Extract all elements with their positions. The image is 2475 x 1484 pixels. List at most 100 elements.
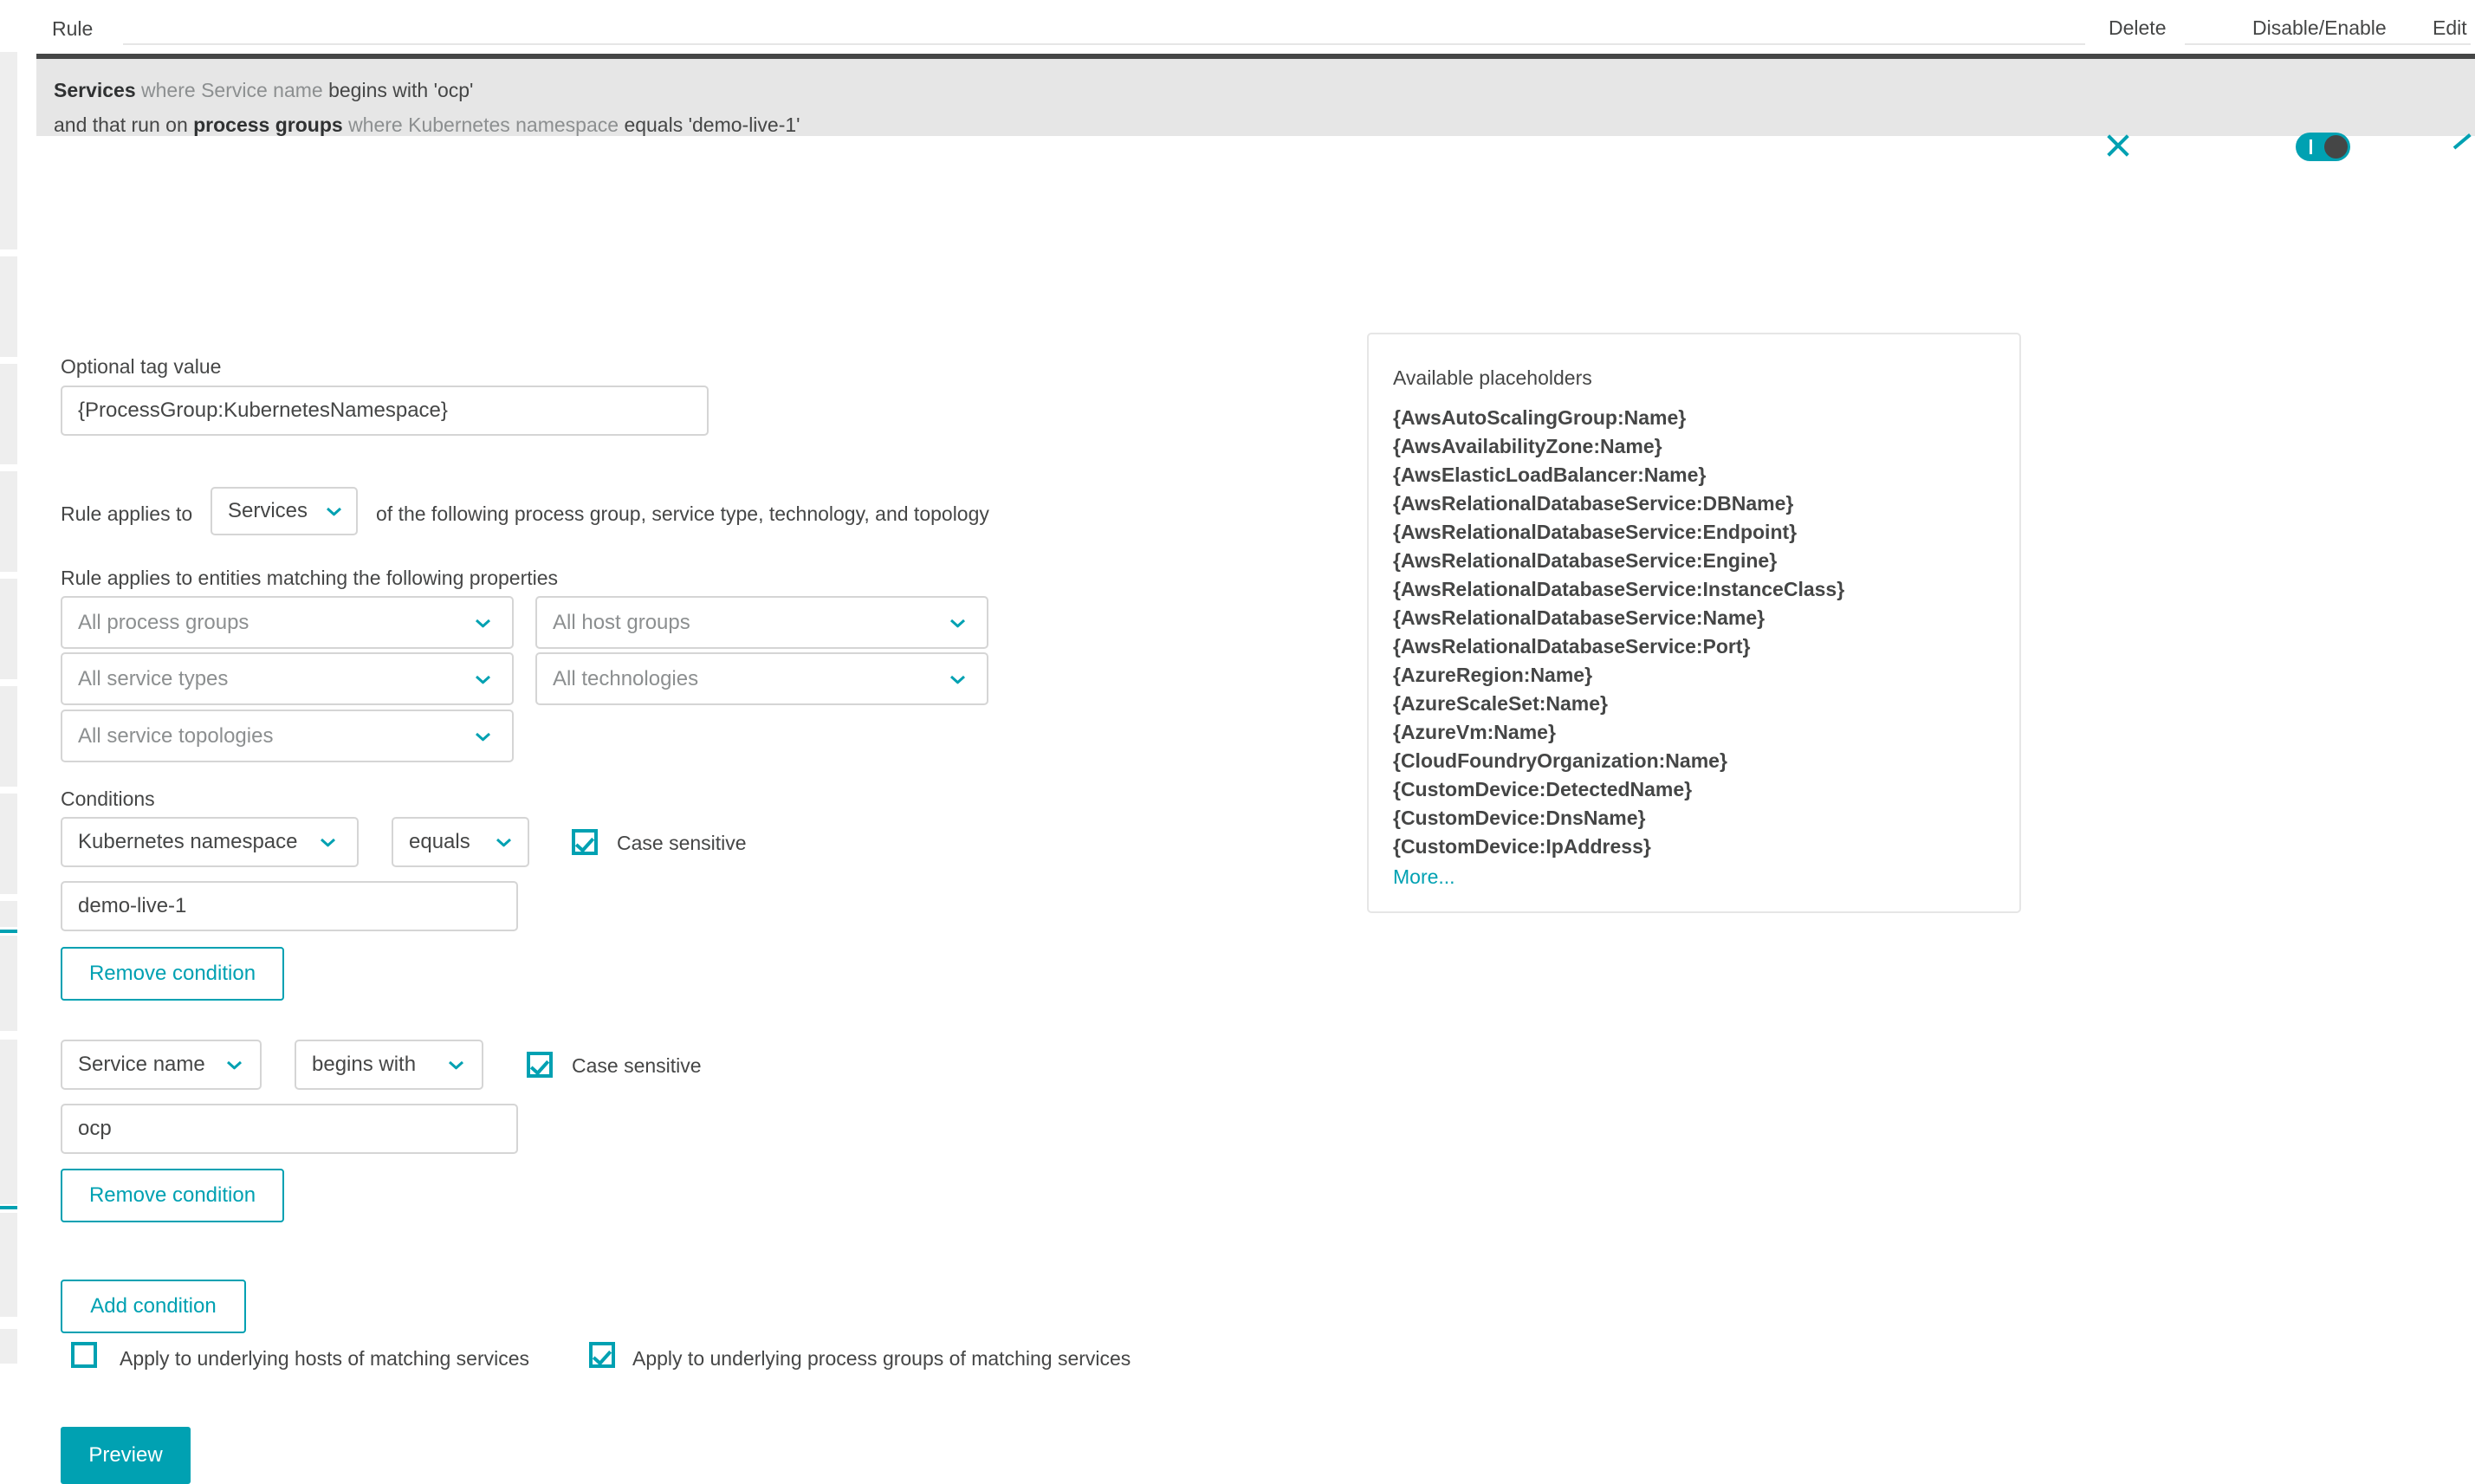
service-topologies-value: All service topologies: [78, 723, 274, 748]
placeholder-item[interactable]: {AwsRelationalDatabaseService:Name}: [1393, 604, 1999, 632]
chevron-up-icon[interactable]: [2454, 140, 2475, 158]
rail-marker: [0, 1206, 17, 1209]
placeholder-item[interactable]: {AzureVm:Name}: [1393, 718, 1999, 747]
chevron-down-icon: [228, 1061, 241, 1069]
apply-process-groups-checkbox[interactable]: [589, 1342, 615, 1368]
tag-value-input[interactable]: [61, 386, 709, 436]
case-sensitive-checkbox[interactable]: [572, 829, 598, 855]
toolbar-divider: [123, 43, 2085, 45]
chevron-down-icon: [450, 1061, 463, 1069]
service-topologies-select[interactable]: All service topologies: [61, 710, 514, 762]
apply-process-groups-label: Apply to underlying process groups of ma…: [632, 1347, 1131, 1370]
host-groups-value: All host groups: [553, 610, 690, 634]
disable-enable-link[interactable]: Disable/Enable: [2252, 16, 2387, 40]
remove-condition-button[interactable]: Remove condition: [61, 1169, 284, 1222]
rail-segment: [0, 794, 17, 894]
rail-segment: [0, 52, 17, 249]
placeholder-item[interactable]: {CustomDevice:DnsName}: [1393, 804, 1999, 833]
condition-attribute-value: Kubernetes namespace: [78, 830, 298, 853]
rule-line2-prefix: and that run on: [54, 113, 188, 136]
service-types-select[interactable]: All service types: [61, 652, 514, 705]
rule-toolbar: Rule Delete Disable/Enable Edit: [36, 0, 2475, 54]
rule-summary-line-2: and that run on process groups where Kub…: [54, 107, 800, 142]
tag-value-label: Optional tag value: [61, 355, 222, 378]
rail-segment: [0, 686, 17, 787]
condition-attribute-select[interactable]: Kubernetes namespace: [61, 817, 359, 867]
rule-summary-card: Services where Service name begins with …: [36, 54, 2475, 161]
case-sensitive-checkbox[interactable]: [527, 1052, 553, 1078]
rule-applies-to-suffix: of the following process group, service …: [376, 502, 989, 525]
close-icon[interactable]: [2102, 130, 2134, 161]
chevron-down-icon: [476, 619, 489, 626]
rail-segment: [0, 936, 17, 1031]
entity-type-select[interactable]: Services: [211, 487, 358, 535]
chevron-down-icon: [951, 619, 964, 626]
toolbar-divider: [2185, 43, 2401, 45]
condition-attribute-value: Service name: [78, 1053, 205, 1076]
placeholders-more-link[interactable]: More...: [1393, 861, 1999, 892]
condition-value-input[interactable]: [61, 881, 518, 931]
entity-type-value: Services: [228, 499, 308, 522]
placeholder-item[interactable]: {AwsRelationalDatabaseService:Endpoint}: [1393, 518, 1999, 547]
apply-hosts-label: Apply to underlying hosts of matching se…: [120, 1347, 530, 1370]
conditions-label: Conditions: [61, 787, 155, 810]
apply-hosts-checkbox[interactable]: [71, 1342, 97, 1368]
rule-line2-where: where: [348, 113, 403, 136]
rule-line2-attribute: Kubernetes namespace: [408, 113, 619, 136]
chevron-down-icon: [476, 675, 489, 683]
properties-label: Rule applies to entities matching the fo…: [61, 567, 559, 589]
rule-enable-toggle[interactable]: [2296, 133, 2350, 161]
condition-operator-select[interactable]: begins with: [295, 1040, 483, 1090]
placeholder-item[interactable]: {AwsRelationalDatabaseService:DBName}: [1393, 489, 1999, 518]
condition-value-input[interactable]: [61, 1104, 518, 1154]
placeholder-item[interactable]: {AwsAutoScalingGroup:Name}: [1393, 404, 1999, 432]
service-types-value: All service types: [78, 666, 229, 690]
technologies-select[interactable]: All technologies: [535, 652, 988, 705]
case-sensitive-label: Case sensitive: [572, 1054, 702, 1077]
rule-summary-text: Services where Service name begins with …: [54, 73, 800, 142]
condition-operator-select[interactable]: equals: [392, 817, 529, 867]
placeholder-item[interactable]: {CloudFoundryOrganization:Name}: [1393, 747, 1999, 775]
placeholder-item[interactable]: {AzureRegion:Name}: [1393, 661, 1999, 690]
rail-segment: [0, 1040, 17, 1204]
delete-link[interactable]: Delete: [2109, 16, 2166, 40]
placeholder-item[interactable]: {AwsRelationalDatabaseService:InstanceCl…: [1393, 575, 1999, 604]
rule-line2-operator: equals: [624, 113, 684, 136]
available-placeholders-panel: Available placeholders {AwsAutoScalingGr…: [1367, 333, 2021, 913]
add-condition-button[interactable]: Add condition: [61, 1280, 246, 1333]
placeholder-item[interactable]: {CustomDevice:DetectedName}: [1393, 775, 1999, 804]
edit-link[interactable]: Edit: [2433, 16, 2467, 40]
process-groups-select[interactable]: All process groups: [61, 596, 514, 649]
preview-button[interactable]: Preview: [61, 1427, 191, 1484]
rule-attribute: Service name: [201, 79, 323, 101]
rule-line2-value: 'demo-live-1': [688, 113, 800, 136]
rule-operator: begins with: [328, 79, 429, 101]
toggle-on-bar: [2310, 139, 2312, 154]
rule-column-label: Rule: [52, 17, 94, 40]
rail-segment: [0, 471, 17, 572]
toggle-knob: [2324, 135, 2348, 159]
chevron-down-icon: [476, 732, 489, 740]
placeholders-title: Available placeholders: [1393, 366, 1592, 389]
placeholder-item[interactable]: {AzureScaleSet:Name}: [1393, 690, 1999, 718]
rule-summary-line-1: Services where Service name begins with …: [54, 73, 800, 107]
rule-line2-entity: process groups: [193, 113, 343, 136]
placeholder-item[interactable]: {AwsRelationalDatabaseService:Engine}: [1393, 547, 1999, 575]
chevron-down-icon: [327, 508, 340, 515]
condition-operator-value: equals: [409, 830, 470, 853]
placeholder-item[interactable]: {AwsElasticLoadBalancer:Name}: [1393, 461, 1999, 489]
chevron-down-icon: [497, 839, 510, 846]
rail-segment: [0, 1213, 17, 1317]
placeholder-item[interactable]: {AwsAvailabilityZone:Name}: [1393, 432, 1999, 461]
remove-condition-button[interactable]: Remove condition: [61, 947, 284, 1001]
placeholder-item[interactable]: {CustomDevice:IpAddress}: [1393, 833, 1999, 861]
chevron-down-icon: [321, 839, 334, 846]
rule-applies-to-label: Rule applies to: [61, 502, 193, 525]
rail-segment: [0, 256, 17, 357]
condition-attribute-select[interactable]: Service name: [61, 1040, 262, 1090]
host-groups-select[interactable]: All host groups: [535, 596, 988, 649]
rule-where-keyword: where: [141, 79, 196, 101]
placeholders-list: {AwsAutoScalingGroup:Name} {AwsAvailabil…: [1393, 404, 1999, 892]
placeholder-item[interactable]: {AwsRelationalDatabaseService:Port}: [1393, 632, 1999, 661]
case-sensitive-label: Case sensitive: [617, 832, 747, 854]
